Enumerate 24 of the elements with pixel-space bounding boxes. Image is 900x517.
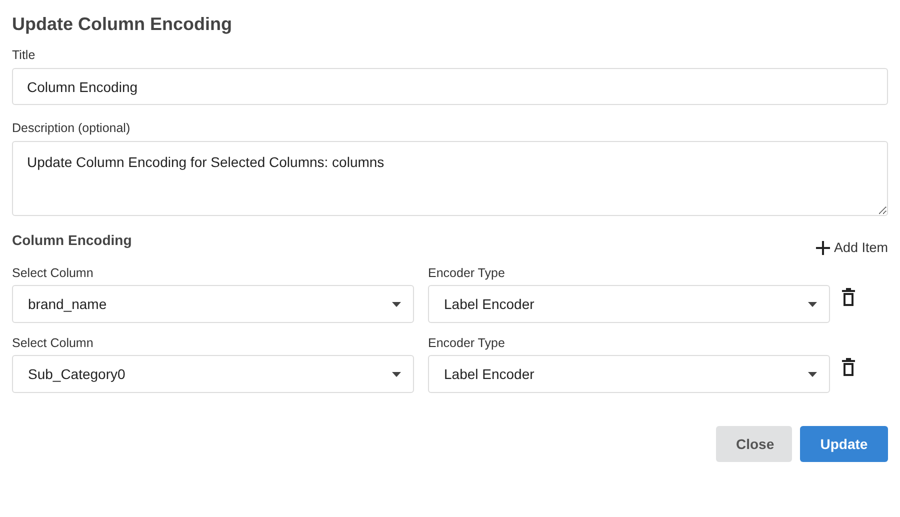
update-button[interactable]: Update [800,426,888,462]
dialog-title: Update Column Encoding [12,14,233,36]
plus-icon [816,240,830,254]
delete-icon[interactable] [842,358,855,376]
delete-icon[interactable] [842,288,855,306]
field-label: Select Column [12,336,94,350]
caret-icon [392,372,401,376]
field-label: Encoder Type [428,336,506,350]
encoder-select[interactable]: Label Encoder [428,285,830,323]
close-button[interactable]: Close [716,426,792,462]
field-label: Select Column [12,266,94,280]
description-field[interactable]: Update Column Encoding for Selected Columns: columns [12,141,888,216]
caret-icon [808,372,817,376]
add-item-button[interactable]: Add Item [816,240,888,255]
field-label: Title [12,48,36,62]
field-label: Description (optional) [12,121,132,135]
caret-icon [808,302,817,306]
caret-icon [392,302,401,306]
section-heading: Column Encoding [12,232,132,248]
column-select[interactable]: Sub_Category0 [12,355,414,393]
column-select[interactable]: brand_name [12,285,414,323]
field-label: Encoder Type [428,266,506,280]
encoder-select[interactable]: Label Encoder [428,355,830,393]
title-field[interactable]: Column Encoding [12,68,888,105]
